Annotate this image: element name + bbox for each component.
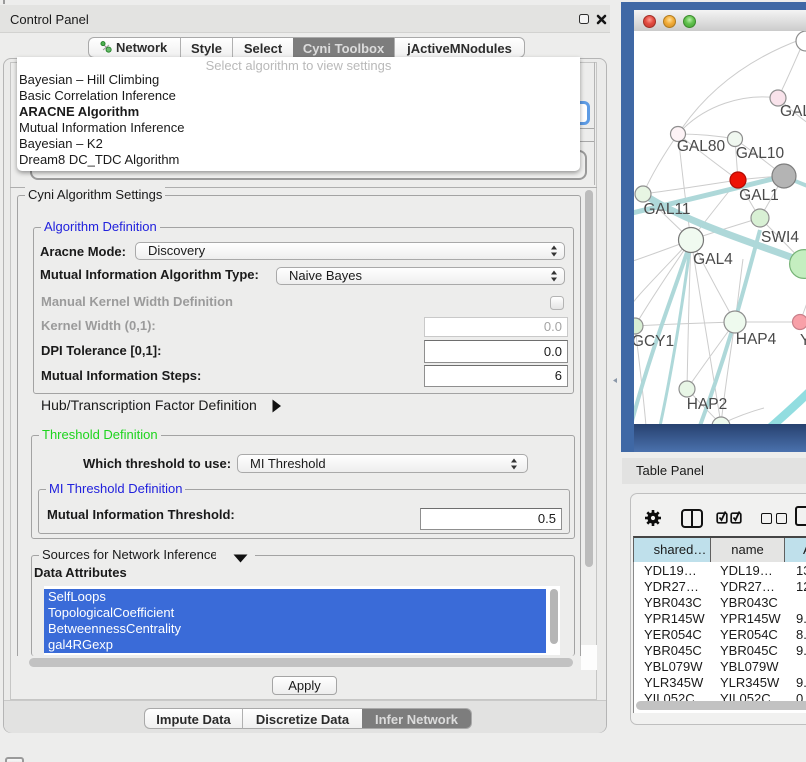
svg-text:GCY1: GCY1 (634, 333, 674, 350)
svg-text:GAL1: GAL1 (739, 187, 779, 204)
svg-text:HAP2: HAP2 (687, 396, 728, 413)
svg-text:YEL: YEL (800, 332, 806, 349)
svg-text:GAL80: GAL80 (677, 138, 726, 155)
svg-text:GAL7: GAL7 (780, 103, 806, 120)
svg-text:SWI4: SWI4 (761, 229, 799, 246)
svg-text:HAP4: HAP4 (736, 331, 777, 348)
svg-text:GAL10: GAL10 (736, 145, 785, 162)
svg-text:GAL4: GAL4 (693, 251, 733, 268)
svg-text:GAL11: GAL11 (643, 201, 690, 218)
